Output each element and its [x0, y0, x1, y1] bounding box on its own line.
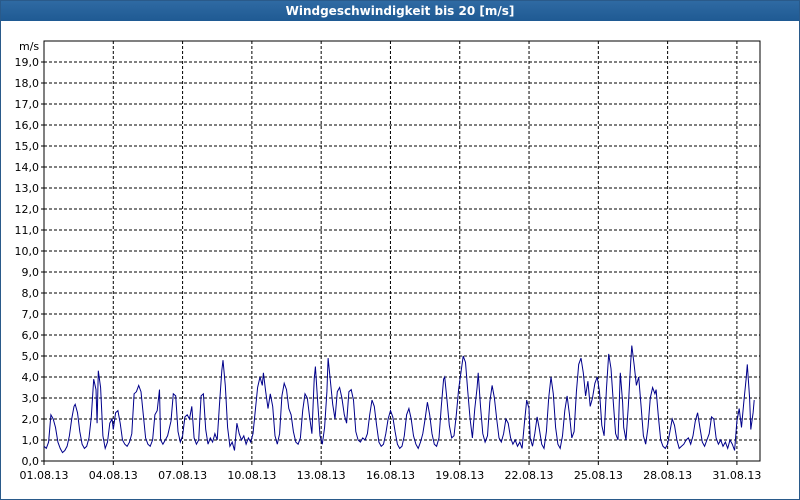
x-tick-label: 31.08.13 [712, 469, 761, 482]
y-tick-label: 18,0 [15, 77, 40, 90]
x-tick-label: 25.08.13 [574, 469, 623, 482]
x-tick-label: 16.08.13 [366, 469, 415, 482]
y-tick-label: 0,0 [22, 455, 40, 468]
y-axis-ticks: 0,0 1,0 2,0 3,0 4,0 5,0 6,0 7,0 8,0 9,0 10,0 11,0 12… [15, 56, 44, 468]
y-tick-label: 13,0 [15, 182, 40, 195]
x-tick-label: 04.08.13 [89, 469, 138, 482]
y-tick-label: 8,0 [22, 287, 40, 300]
x-tick-label: 19.08.13 [435, 469, 484, 482]
x-tick-label: 22.08.13 [505, 469, 554, 482]
x-tick-label: 13.08.13 [297, 469, 346, 482]
y-tick-label: 16,0 [15, 119, 40, 132]
y-tick-label: 19,0 [15, 56, 40, 69]
y-tick-label: 10,0 [15, 245, 40, 258]
x-tick-label: 07.08.13 [158, 469, 207, 482]
x-tick-label: 01.08.13 [20, 469, 69, 482]
y-tick-label: 15,0 [15, 140, 40, 153]
chart-window: Windgeschwindigkeit bis 20 [m/s] 0,0 1,0 2… [0, 0, 800, 500]
y-tick-label: 14,0 [15, 161, 40, 174]
y-axis-unit-label: m/s [19, 40, 39, 53]
y-tick-label: 5,0 [22, 350, 40, 363]
y-tick-label: 1,0 [22, 434, 40, 447]
y-tick-label: 4,0 [22, 371, 40, 384]
y-tick-label: 11,0 [15, 224, 40, 237]
y-tick-label: 12,0 [15, 203, 40, 216]
window-title: Windgeschwindigkeit bis 20 [m/s] [1, 1, 799, 21]
x-tick-label: 28.08.13 [643, 469, 692, 482]
y-tick-label: 17,0 [15, 98, 40, 111]
y-tick-label: 6,0 [22, 329, 40, 342]
y-tick-label: 2,0 [22, 413, 40, 426]
wind-speed-chart: 0,0 1,0 2,0 3,0 4,0 5,0 6,0 7,0 8,0 9,0 10,0 11,0 12… [15, 40, 762, 482]
y-tick-label: 7,0 [22, 308, 40, 321]
x-axis-ticks: 01.08.13 04.08.13 07.08.13 10.08.13 13.08.13… [20, 461, 761, 482]
y-tick-label: 3,0 [22, 392, 40, 405]
y-tick-label: 9,0 [22, 266, 40, 279]
x-tick-label: 10.08.13 [227, 469, 276, 482]
